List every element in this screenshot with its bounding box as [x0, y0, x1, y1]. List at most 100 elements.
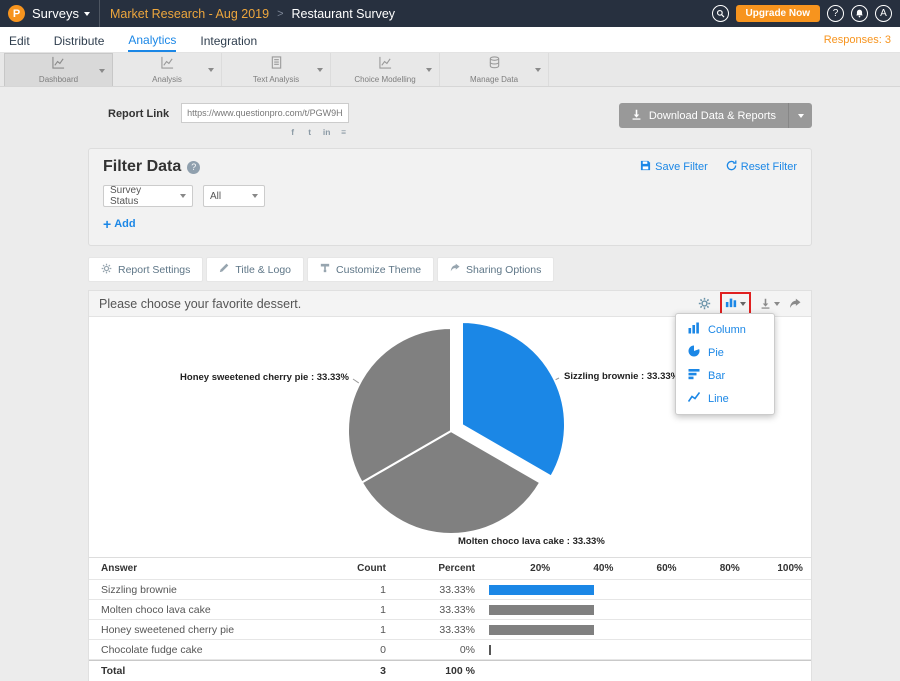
- chevron-down-icon[interactable]: [426, 68, 432, 72]
- facebook-icon[interactable]: f: [287, 126, 298, 137]
- table-row: Chocolate fudge cake 0 0%: [89, 640, 811, 660]
- embed-icon[interactable]: ≡: [338, 126, 349, 137]
- download-options-caret[interactable]: [788, 103, 812, 128]
- breadcrumb-project-link[interactable]: Market Research - Aug 2019: [110, 7, 269, 21]
- tab-title-logo[interactable]: Title & Logo: [206, 257, 304, 282]
- chevron-down-icon[interactable]: [317, 68, 323, 72]
- analytics-toolstrip: Dashboard Analysis Text Analysis Choice …: [0, 53, 900, 87]
- save-filter-link[interactable]: Save Filter: [640, 160, 708, 174]
- breadcrumb-separator: >: [277, 8, 283, 20]
- nav-item-analytics[interactable]: Analytics: [128, 28, 176, 52]
- tab-manage-data[interactable]: Manage Data: [440, 53, 549, 86]
- chevron-down-icon: [180, 194, 186, 198]
- scale-tick: 80%: [677, 563, 740, 574]
- table-row: Honey sweetened cherry pie 1 33.33%: [89, 620, 811, 640]
- notifications-bell-icon[interactable]: [851, 5, 868, 22]
- count-cell: 1: [317, 604, 402, 616]
- questionpro-logo[interactable]: P: [8, 5, 25, 22]
- add-filter-link[interactable]: + Add: [103, 216, 136, 232]
- chevron-down-icon: [774, 302, 780, 306]
- nav-item-distribute[interactable]: Distribute: [54, 29, 105, 51]
- chevron-down-icon[interactable]: [535, 68, 541, 72]
- download-data-reports-button[interactable]: Download Data & Reports: [619, 103, 788, 128]
- report-link-input[interactable]: [181, 103, 349, 123]
- answer-cell: Molten choco lava cake: [89, 604, 317, 616]
- upgrade-now-button[interactable]: Upgrade Now: [736, 5, 820, 22]
- answer-bar: [489, 645, 491, 655]
- nav-item-edit[interactable]: Edit: [9, 29, 30, 51]
- tab-report-settings[interactable]: Report Settings: [88, 257, 203, 282]
- tab-label: Customize Theme: [336, 264, 421, 276]
- percent-cell: 33.33%: [402, 604, 487, 616]
- chevron-down-icon[interactable]: [208, 68, 214, 72]
- count-cell: 1: [317, 584, 402, 596]
- menu-item-bar[interactable]: Bar: [676, 364, 774, 387]
- question-title: Please choose your favorite dessert.: [99, 297, 301, 311]
- share-chart-icon[interactable]: [789, 298, 801, 310]
- results-table: Answer Count Percent 20% 40% 60% 80% 100…: [89, 557, 811, 681]
- scale-tick: 20%: [487, 563, 550, 574]
- breadcrumb: Market Research - Aug 2019 > Restaurant …: [110, 7, 395, 21]
- search-icon[interactable]: [712, 5, 729, 22]
- report-link-label: Report Link: [108, 108, 169, 120]
- chevron-down-icon: [740, 302, 746, 306]
- total-count: 3: [317, 665, 402, 677]
- plus-icon: +: [103, 216, 111, 232]
- menu-item-label: Line: [708, 393, 729, 405]
- tab-dashboard[interactable]: Dashboard: [4, 53, 113, 86]
- table-total-row: Total 3 100 %: [89, 660, 811, 681]
- tab-label: Sharing Options: [466, 264, 541, 276]
- status-all-select[interactable]: All: [203, 185, 265, 207]
- filter-help-icon[interactable]: ?: [187, 161, 200, 174]
- tab-sharing-options[interactable]: Sharing Options: [437, 257, 554, 282]
- menu-item-label: Bar: [708, 370, 725, 382]
- tab-label: Analysis: [152, 75, 182, 84]
- tab-label: Choice Modelling: [354, 75, 415, 84]
- report-display-settings-icon[interactable]: [698, 297, 711, 310]
- reset-undo-icon: [726, 160, 737, 174]
- tab-choice-modelling[interactable]: Choice Modelling: [331, 53, 440, 86]
- share-arrow-icon: [450, 263, 460, 276]
- survey-nav: Edit Distribute Analytics Integration Re…: [0, 27, 900, 53]
- pencil-icon: [219, 263, 229, 276]
- save-disk-icon: [640, 160, 651, 174]
- scale-tick: 40%: [550, 563, 613, 574]
- header-answer: Answer: [89, 563, 317, 574]
- survey-status-select[interactable]: Survey Status: [103, 185, 193, 207]
- breadcrumb-current: Restaurant Survey: [292, 7, 396, 21]
- scale-tick: 60%: [613, 563, 676, 574]
- survey-status-value: Survey Status: [110, 185, 170, 207]
- linkedin-icon[interactable]: in: [321, 126, 332, 137]
- tab-text-analysis[interactable]: Text Analysis: [222, 53, 331, 86]
- chart-type-selector-highlighted[interactable]: [720, 292, 751, 316]
- help-icon[interactable]: ?: [827, 5, 844, 22]
- download-split-button: Download Data & Reports: [619, 103, 812, 128]
- surveys-menu[interactable]: Surveys: [32, 6, 90, 21]
- answer-cell: Chocolate fudge cake: [89, 644, 317, 656]
- table-header-row: Answer Count Percent 20% 40% 60% 80% 100…: [89, 558, 811, 580]
- scale-tick: 100%: [740, 563, 803, 574]
- tab-label: Title & Logo: [235, 264, 291, 276]
- total-percent: 100 %: [402, 665, 487, 677]
- menu-item-pie[interactable]: Pie: [676, 341, 774, 364]
- save-filter-label: Save Filter: [655, 161, 708, 173]
- responses-count[interactable]: Responses: 3: [824, 34, 891, 46]
- percent-cell: 0%: [402, 644, 487, 656]
- twitter-icon[interactable]: t: [304, 126, 315, 137]
- reset-filter-label: Reset Filter: [741, 161, 797, 173]
- tab-analysis[interactable]: Analysis: [113, 53, 222, 86]
- download-label: Download Data & Reports: [649, 110, 776, 122]
- nav-item-integration[interactable]: Integration: [200, 29, 257, 51]
- chevron-down-icon[interactable]: [99, 69, 105, 73]
- answer-cell: Honey sweetened cherry pie: [89, 624, 317, 636]
- bar-scale: 20% 40% 60% 80% 100%: [487, 563, 811, 574]
- menu-item-label: Column: [708, 324, 746, 336]
- menu-item-column[interactable]: Column: [676, 318, 774, 341]
- download-chart-icon[interactable]: [760, 298, 780, 309]
- reset-filter-link[interactable]: Reset Filter: [726, 160, 797, 174]
- avatar[interactable]: A: [875, 5, 892, 22]
- tab-label: Text Analysis: [253, 75, 299, 84]
- menu-item-line[interactable]: Line: [676, 387, 774, 410]
- tab-label: Report Settings: [118, 264, 190, 276]
- tab-customize-theme[interactable]: Customize Theme: [307, 257, 434, 282]
